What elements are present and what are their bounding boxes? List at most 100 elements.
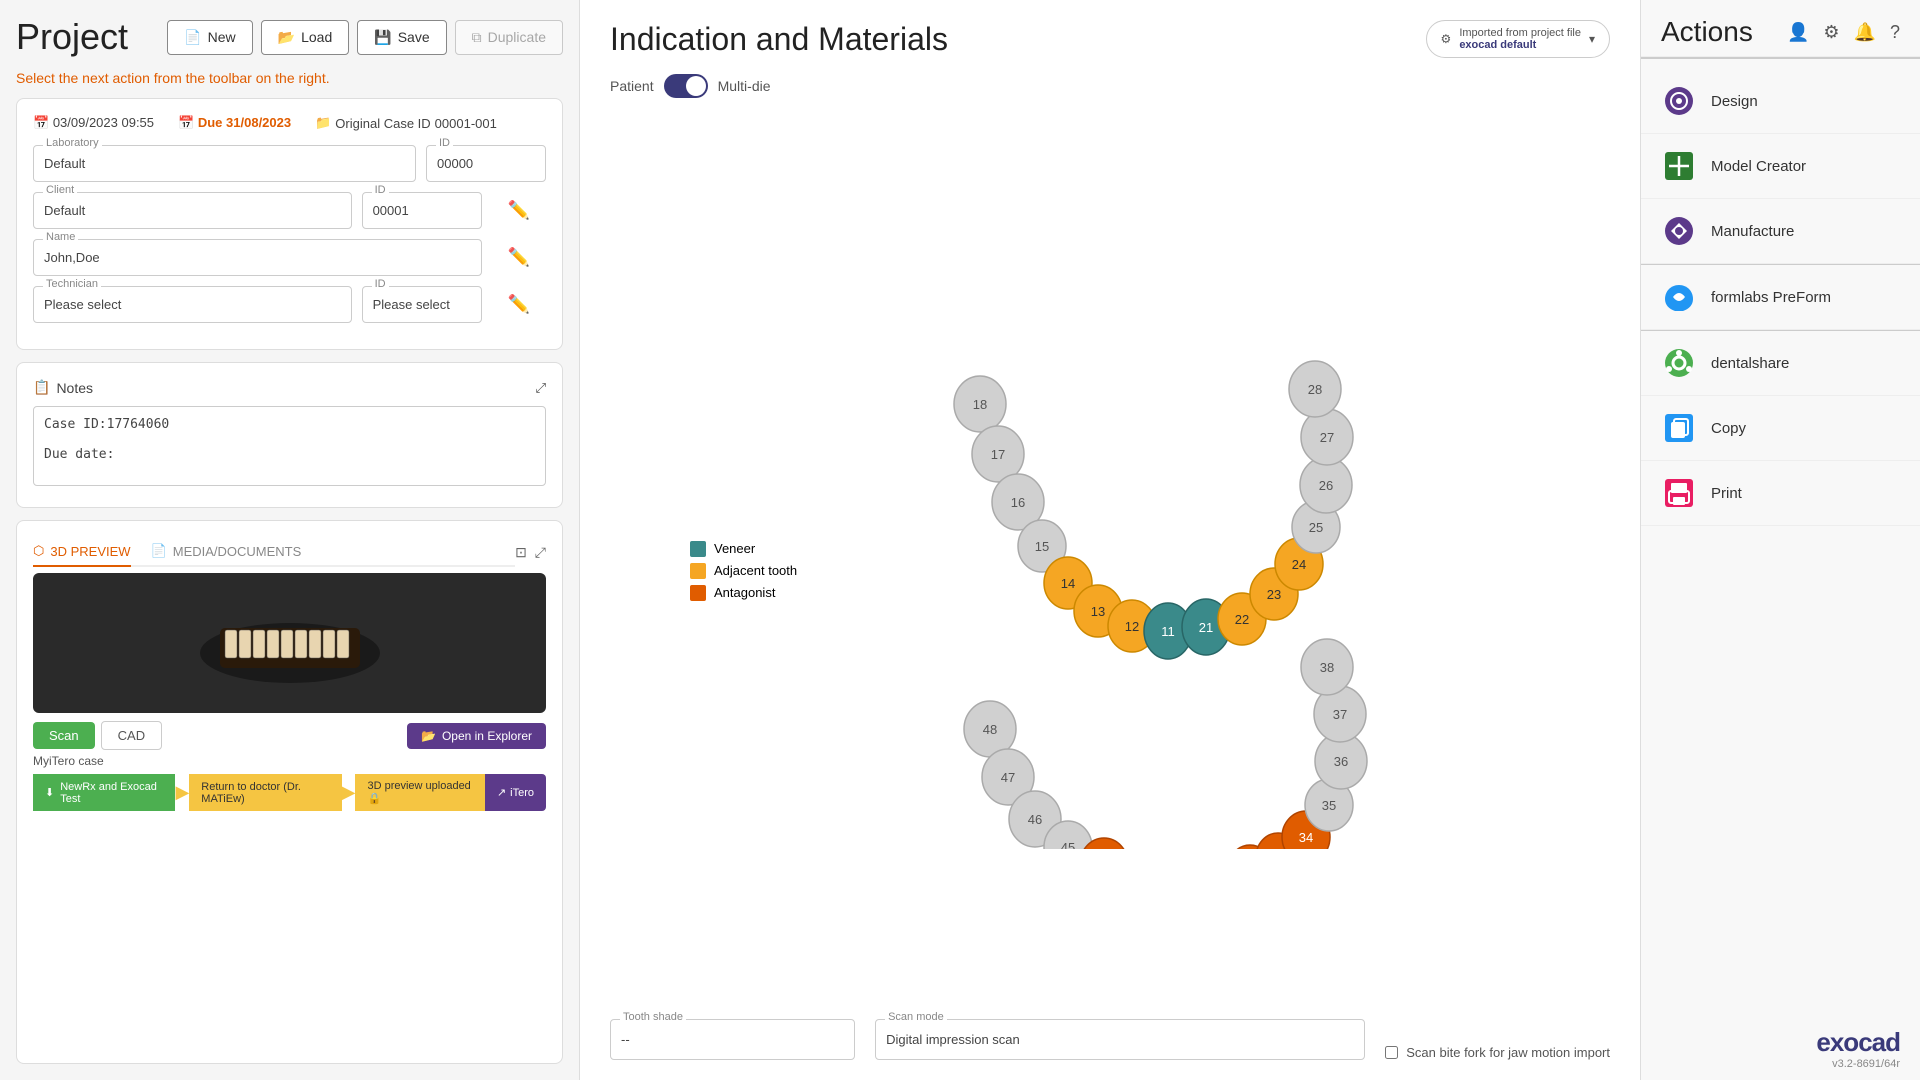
- technician-select[interactable]: Please select: [33, 286, 352, 323]
- formlabs-icon: [1661, 279, 1697, 315]
- notes-expand-button[interactable]: ⤢: [535, 380, 546, 396]
- design-icon: [1661, 83, 1697, 119]
- right-panel: Actions 👤 ⚙ 🔔 ? Design: [1640, 0, 1920, 1080]
- scan-mode-select[interactable]: Digital impression scan: [875, 1019, 1365, 1060]
- project-title: Project: [16, 16, 128, 58]
- save-button[interactable]: 💾 Save: [357, 20, 446, 55]
- svg-text:36: 36: [1334, 754, 1348, 769]
- action-model-creator[interactable]: Model Creator: [1641, 134, 1920, 199]
- laboratory-label: Laboratory: [43, 137, 102, 149]
- tooth-legend: Veneer Adjacent tooth Antagonist: [690, 541, 797, 601]
- laboratory-select[interactable]: Default: [33, 145, 416, 182]
- formlabs-label: formlabs PreForm: [1711, 289, 1831, 306]
- external-link-icon: ↗: [497, 786, 506, 799]
- scan-mode-label: Scan mode: [885, 1011, 947, 1023]
- tech-edit-button[interactable]: ✏️: [492, 286, 546, 323]
- laboratory-row: Laboratory Default ID 00000: [33, 145, 546, 182]
- duplicate-button[interactable]: ⧉ Duplicate: [455, 20, 563, 55]
- preview-fullscreen-button[interactable]: ⤢: [535, 544, 546, 561]
- svg-text:28: 28: [1308, 382, 1322, 397]
- tooth-18[interactable]: 18: [954, 376, 1006, 432]
- notes-textarea[interactable]: Case ID:17764060 Due date:: [33, 406, 546, 486]
- svg-text:35: 35: [1322, 798, 1336, 813]
- tooth-38[interactable]: 38: [1301, 639, 1353, 695]
- action-design[interactable]: Design: [1641, 69, 1920, 134]
- svg-text:37: 37: [1333, 707, 1347, 722]
- svg-text:21: 21: [1199, 620, 1213, 635]
- scan-button[interactable]: Scan: [33, 722, 95, 749]
- cad-button[interactable]: CAD: [101, 721, 162, 750]
- name-edit-button[interactable]: ✏️: [492, 239, 546, 276]
- legend-veneer: Veneer: [690, 541, 797, 557]
- action-copy[interactable]: Copy: [1641, 396, 1920, 461]
- bell-icon[interactable]: 🔔: [1854, 22, 1876, 43]
- lab-id-select[interactable]: 00000: [426, 145, 546, 182]
- client-edit-button[interactable]: ✏️: [492, 192, 546, 229]
- technician-group: Technician Please select: [33, 286, 352, 323]
- action-dentalshare[interactable]: dentalshare: [1641, 331, 1920, 396]
- action-formlabs[interactable]: formlabs PreForm: [1641, 265, 1920, 330]
- copy-label: Copy: [1711, 420, 1746, 437]
- multi-die-label: Multi-die: [718, 78, 771, 94]
- client-row: Client Default ID 00001 ✏️: [33, 192, 546, 229]
- workflow-step-1: ⬇ NewRx and Exocad Test: [33, 774, 175, 811]
- legend-veneer-color: [690, 541, 706, 557]
- indication-title: Indication and Materials: [610, 21, 948, 58]
- scan-bite-fork-checkbox-label: Scan bite fork for jaw motion import: [1385, 1045, 1610, 1060]
- dentalshare-icon: [1661, 345, 1697, 381]
- gear-icon[interactable]: ⚙: [1823, 22, 1839, 43]
- duplicate-icon: ⧉: [472, 29, 482, 46]
- tooth-28[interactable]: 28: [1289, 361, 1341, 417]
- patient-multi-die-toggle[interactable]: [664, 74, 708, 98]
- svg-text:17: 17: [991, 447, 1005, 462]
- name-select[interactable]: John,Doe: [33, 239, 482, 276]
- load-button[interactable]: 📂 Load: [261, 20, 350, 55]
- case-info-card: 📅 03/09/2023 09:55 📅 Due 31/08/2023 📁 Or…: [16, 98, 563, 350]
- tab-media-documents[interactable]: 📄 MEDIA/DOCUMENTS: [151, 537, 302, 567]
- workflow-step-itero: ↗ iTero: [485, 774, 546, 811]
- folder-open-icon: 📂: [421, 729, 436, 743]
- right-footer: exocad v3.2-8691/64r: [1641, 1017, 1920, 1080]
- notes-title: 📋 Notes: [33, 379, 93, 396]
- legend-adjacent: Adjacent tooth: [690, 563, 797, 579]
- scan-bar: Scan CAD 📂 Open in Explorer: [33, 721, 546, 750]
- action-print[interactable]: Print: [1641, 461, 1920, 526]
- user-icon[interactable]: 👤: [1787, 22, 1809, 43]
- svg-text:16: 16: [1011, 495, 1025, 510]
- action-manufacture[interactable]: Manufacture: [1641, 199, 1920, 264]
- tooth-shade-select[interactable]: --: [610, 1019, 855, 1060]
- tab-3d-preview[interactable]: ⬡ 3D PREVIEW: [33, 537, 131, 567]
- download-icon: ⬇: [45, 786, 54, 799]
- toolbar-buttons: 📄 New 📂 Load 💾 Save ⧉ Duplicate: [167, 20, 563, 55]
- load-icon: 📂: [278, 29, 295, 46]
- tooth-shade-field: Tooth shade --: [610, 1019, 855, 1060]
- left-panel: Project 📄 New 📂 Load 💾 Save ⧉ Duplicate: [0, 0, 580, 1080]
- case-name-label: MyiTero case: [33, 754, 546, 768]
- preview-tabs: ⬡ 3D PREVIEW 📄 MEDIA/DOCUMENTS: [33, 537, 515, 567]
- save-icon: 💾: [374, 29, 391, 46]
- scan-bite-fork-checkbox[interactable]: [1385, 1046, 1398, 1059]
- 3d-icon: ⬡: [33, 543, 44, 559]
- due-icon: 📅: [178, 115, 194, 130]
- preview-windowed-button[interactable]: ⊡: [515, 544, 527, 561]
- workflow-step-2: Return to doctor (Dr. MATiEw): [189, 774, 341, 811]
- version-text: v3.2-8691/64r: [1661, 1058, 1900, 1070]
- imported-from-button[interactable]: ⚙ Imported from project file exocad defa…: [1426, 20, 1610, 58]
- workflow-step-3: 3D preview uploaded 🔒: [355, 774, 484, 811]
- new-button[interactable]: 📄 New: [167, 20, 252, 55]
- tooth-27[interactable]: 27: [1301, 409, 1353, 465]
- workflow-arrow-1: [175, 774, 189, 811]
- svg-text:48: 48: [983, 722, 997, 737]
- client-select[interactable]: Default: [33, 192, 352, 229]
- case-date: 📅 03/09/2023 09:55: [33, 115, 154, 131]
- client-id-select[interactable]: 00001: [362, 192, 482, 229]
- svg-text:47: 47: [1001, 770, 1015, 785]
- help-icon[interactable]: ?: [1890, 22, 1900, 43]
- tooth-chart-svg: 18 17 16 15: [850, 269, 1370, 849]
- preview-expand-buttons: ⊡ ⤢: [515, 544, 546, 561]
- tech-id-select[interactable]: Please select: [362, 286, 482, 323]
- case-due: 📅 Due 31/08/2023: [178, 115, 291, 131]
- open-explorer-button[interactable]: 📂 Open in Explorer: [407, 723, 546, 749]
- model-creator-icon: [1661, 148, 1697, 184]
- client-id-group: ID 00001: [362, 192, 482, 229]
